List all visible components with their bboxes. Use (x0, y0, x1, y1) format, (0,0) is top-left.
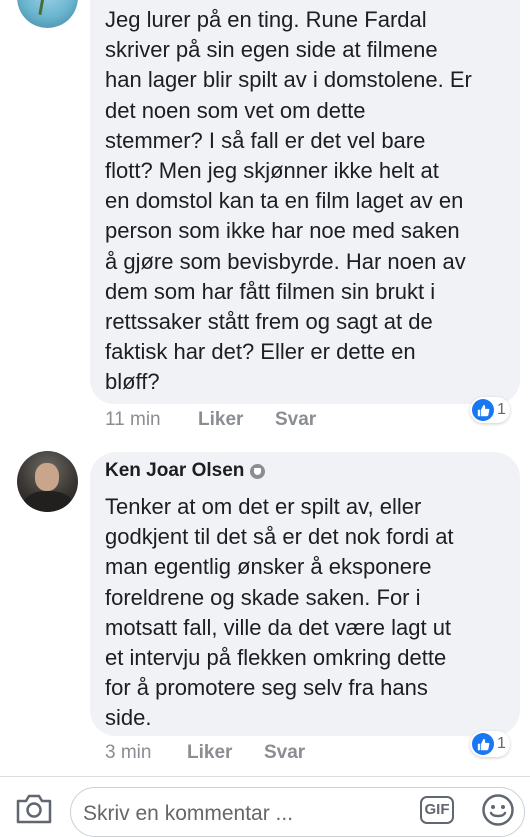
comment-actions: 11 min Liker Svar (105, 409, 316, 431)
reply-button[interactable]: Svar (264, 742, 305, 764)
author-name[interactable]: Ken Joar Olsen (105, 460, 244, 482)
shield-icon (250, 463, 266, 479)
reaction-count: 1 (497, 735, 506, 752)
reply-button[interactable]: Svar (275, 409, 316, 431)
avatar[interactable] (17, 451, 78, 512)
comment-time[interactable]: 11 min (105, 409, 198, 431)
comment-actions: 3 min Liker Svar (105, 742, 305, 764)
reaction-count: 1 (497, 401, 506, 418)
camera-icon[interactable] (14, 791, 54, 825)
comment-input-placeholder: Skriv en kommentar ... (83, 802, 294, 825)
emoji-icon[interactable] (481, 793, 515, 827)
comment-text: Jeg lurer på en ting. Rune Fardal skrive… (105, 7, 472, 395)
reaction-summary[interactable]: 1 (470, 397, 510, 423)
thumbs-up-icon (472, 733, 494, 755)
gif-button[interactable]: GIF (420, 796, 454, 824)
comment-time[interactable]: 3 min (105, 742, 187, 764)
avatar[interactable] (17, 0, 78, 28)
thumbs-up-icon (472, 399, 494, 421)
like-button[interactable]: Liker (198, 409, 275, 431)
like-button[interactable]: Liker (187, 742, 264, 764)
comment-text: Tenker at om det er spilt av, eller godk… (105, 494, 454, 731)
reaction-summary[interactable]: 1 (470, 731, 510, 757)
comment-author[interactable]: Ken Joar Olsen (105, 460, 266, 482)
